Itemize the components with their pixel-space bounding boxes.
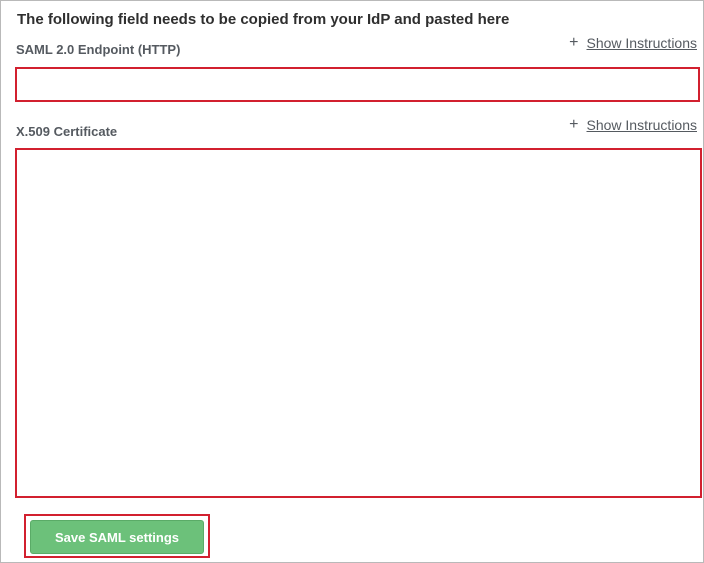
saml-endpoint-input[interactable] [17, 69, 698, 100]
saml-endpoint-show-instructions[interactable]: + Show Instructions [569, 34, 698, 52]
plus-icon: + [569, 116, 579, 133]
saml-endpoint-label: SAML 2.0 Endpoint (HTTP) [16, 42, 181, 57]
show-instructions-link-text: Show Instructions [586, 117, 698, 133]
plus-icon: + [569, 34, 579, 51]
saml-endpoint-highlight [15, 67, 700, 102]
certificate-label: X.509 Certificate [16, 124, 118, 139]
section-heading: The following field needs to be copied f… [17, 11, 510, 28]
show-instructions-link-text: Show Instructions [586, 35, 698, 51]
saml-settings-panel: The following field needs to be copied f… [0, 0, 704, 563]
certificate-highlight [15, 148, 702, 498]
save-saml-settings-button[interactable]: Save SAML settings [30, 520, 204, 554]
certificate-textarea[interactable] [17, 150, 700, 496]
certificate-show-instructions[interactable]: + Show Instructions [569, 116, 698, 134]
